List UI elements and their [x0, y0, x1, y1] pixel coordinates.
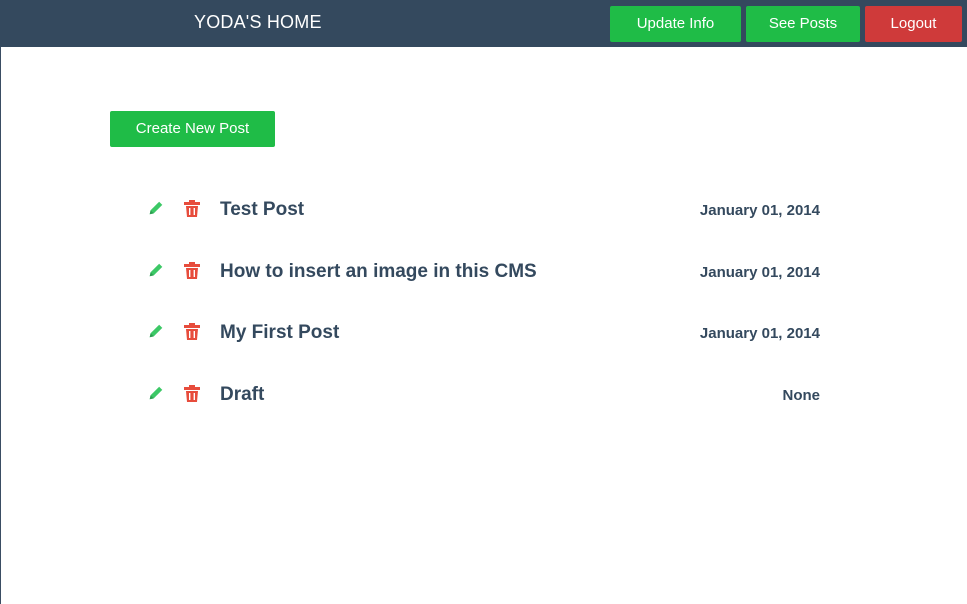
pencil-icon[interactable]	[147, 384, 165, 402]
post-row: Draft None	[140, 365, 830, 427]
see-posts-button[interactable]: See Posts	[746, 6, 860, 42]
post-row: Test Post January 01, 2014	[140, 180, 830, 242]
trash-icon[interactable]	[184, 384, 200, 402]
post-title[interactable]: Test Post	[220, 199, 304, 221]
post-date: None	[782, 386, 821, 404]
trash-icon[interactable]	[184, 261, 200, 279]
post-row: My First Post January 01, 2014	[140, 303, 830, 365]
brand-title: YODA'S HOME	[194, 12, 322, 32]
post-title[interactable]: How to insert an image in this CMS	[220, 261, 537, 283]
post-title[interactable]: My First Post	[220, 322, 339, 344]
pencil-icon[interactable]	[147, 322, 165, 340]
trash-icon[interactable]	[184, 323, 200, 340]
post-list: Test Post January 01, 2014 How to insert…	[140, 180, 830, 426]
post-date: January 01, 2014	[699, 202, 820, 219]
pencil-icon[interactable]	[147, 261, 165, 279]
pencil-icon[interactable]	[147, 199, 165, 217]
post-row: How to insert an image in this CMS Janua…	[140, 242, 830, 304]
create-new-post-button[interactable]: Create New Post	[110, 111, 275, 147]
post-date: January 01, 2014	[699, 325, 820, 342]
update-info-button[interactable]: Update Info	[610, 6, 741, 42]
post-date: January 01, 2014	[699, 263, 820, 281]
logout-button[interactable]: Logout	[865, 6, 962, 42]
post-title[interactable]: Draft	[220, 384, 264, 406]
top-navbar: YODA'S HOME Update Info See Posts Logout	[0, 0, 967, 47]
trash-icon[interactable]	[184, 200, 200, 217]
